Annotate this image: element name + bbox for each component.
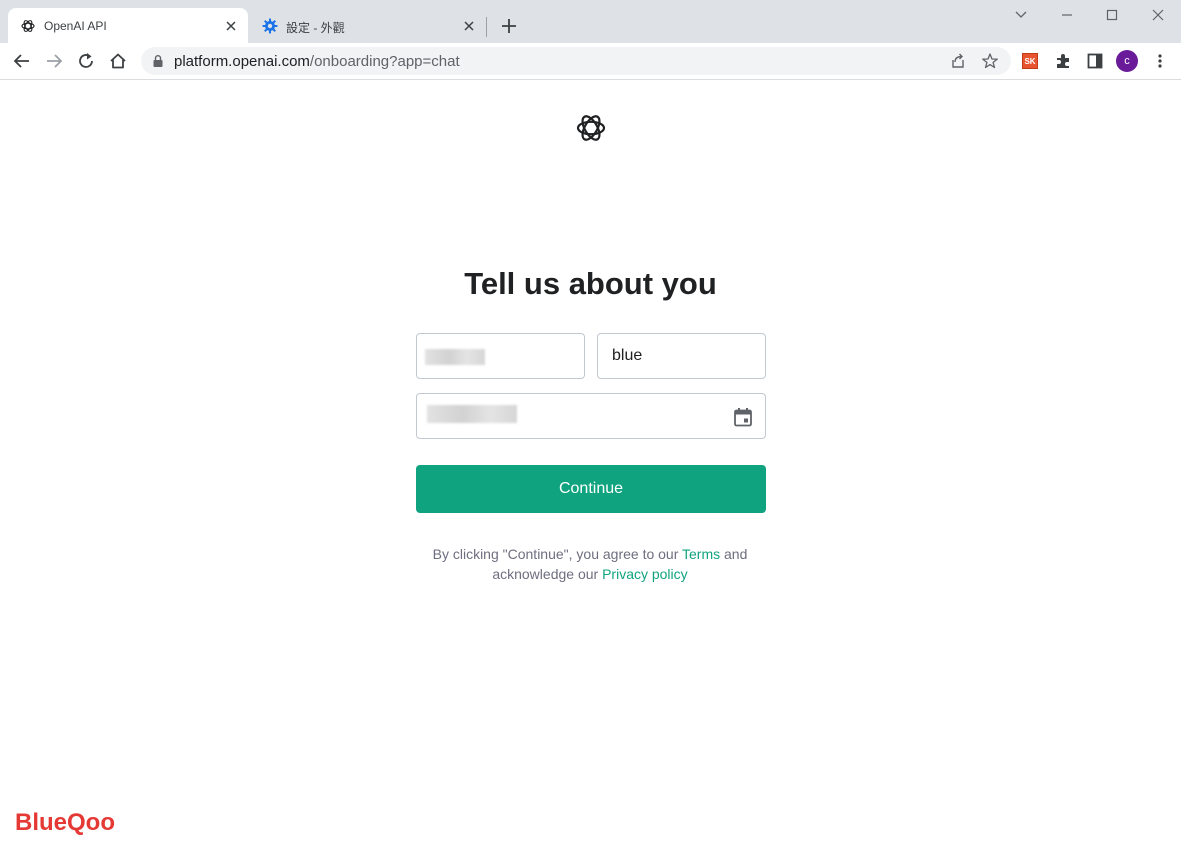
chevron-down-icon[interactable]: [1010, 6, 1032, 24]
share-icon[interactable]: [949, 52, 967, 70]
bluequoo-watermark: BlueQoo: [14, 808, 115, 836]
sk-extension-label: SK: [1024, 56, 1036, 66]
tab-divider: [486, 17, 487, 37]
address-bar[interactable]: platform.openai.com/onboarding?app=chat: [141, 47, 1011, 75]
avatar-initial: c: [1124, 55, 1130, 67]
kebab-menu-icon[interactable]: [1150, 51, 1170, 71]
page-title: Tell us about you: [464, 266, 717, 301]
tab-strip: OpenAI API 設定 - 外觀: [0, 0, 1181, 43]
blurred-value: [425, 349, 485, 365]
tab-title: OpenAI API: [44, 19, 107, 33]
home-icon[interactable]: [108, 51, 128, 71]
plus-icon[interactable]: [498, 15, 520, 37]
legal-text-1: By clicking "Continue", you agree to our: [432, 546, 682, 562]
tab-settings[interactable]: 設定 - 外觀: [250, 8, 486, 43]
first-name-field[interactable]: [416, 333, 585, 379]
terms-link[interactable]: Terms: [682, 546, 720, 562]
watermark-text: BlueQoo: [15, 809, 115, 836]
url-path: /onboarding?app=chat: [309, 53, 460, 70]
url-text[interactable]: platform.openai.com/onboarding?app=chat: [174, 53, 460, 70]
birthday-field[interactable]: [416, 393, 766, 439]
star-icon[interactable]: [981, 52, 999, 70]
maximize-icon[interactable]: [1101, 6, 1123, 24]
puzzle-icon[interactable]: [1053, 51, 1073, 71]
browser-toolbar: platform.openai.com/onboarding?app=chat …: [0, 43, 1181, 80]
url-host: platform.openai.com: [174, 53, 310, 70]
privacy-policy-link[interactable]: Privacy policy: [602, 566, 688, 582]
continue-button[interactable]: Continue: [416, 465, 766, 513]
sk-extension-icon[interactable]: SK: [1022, 53, 1038, 69]
openai-logo-icon: [21, 20, 35, 32]
blurred-value: [427, 405, 517, 423]
openai-logo-icon: [576, 115, 606, 141]
back-arrow-icon[interactable]: [12, 51, 32, 71]
avatar[interactable]: c: [1116, 50, 1138, 72]
tab-openai-api[interactable]: OpenAI API: [8, 8, 248, 43]
reload-icon[interactable]: [76, 51, 96, 71]
close-icon[interactable]: [460, 17, 478, 35]
window-close-icon[interactable]: [1147, 6, 1169, 24]
gear-icon: [262, 18, 278, 34]
last-name-input[interactable]: [598, 334, 765, 378]
last-name-field[interactable]: [597, 333, 766, 379]
tab-title: 設定 - 外觀: [286, 21, 345, 35]
close-icon[interactable]: [222, 17, 240, 35]
calendar-icon[interactable]: [732, 406, 754, 428]
minimize-icon[interactable]: [1056, 6, 1078, 24]
forward-arrow-icon[interactable]: [44, 51, 64, 71]
lock-icon[interactable]: [152, 54, 164, 68]
legal-notice: By clicking "Continue", you agree to our…: [390, 544, 790, 584]
side-panel-icon[interactable]: [1085, 51, 1105, 71]
